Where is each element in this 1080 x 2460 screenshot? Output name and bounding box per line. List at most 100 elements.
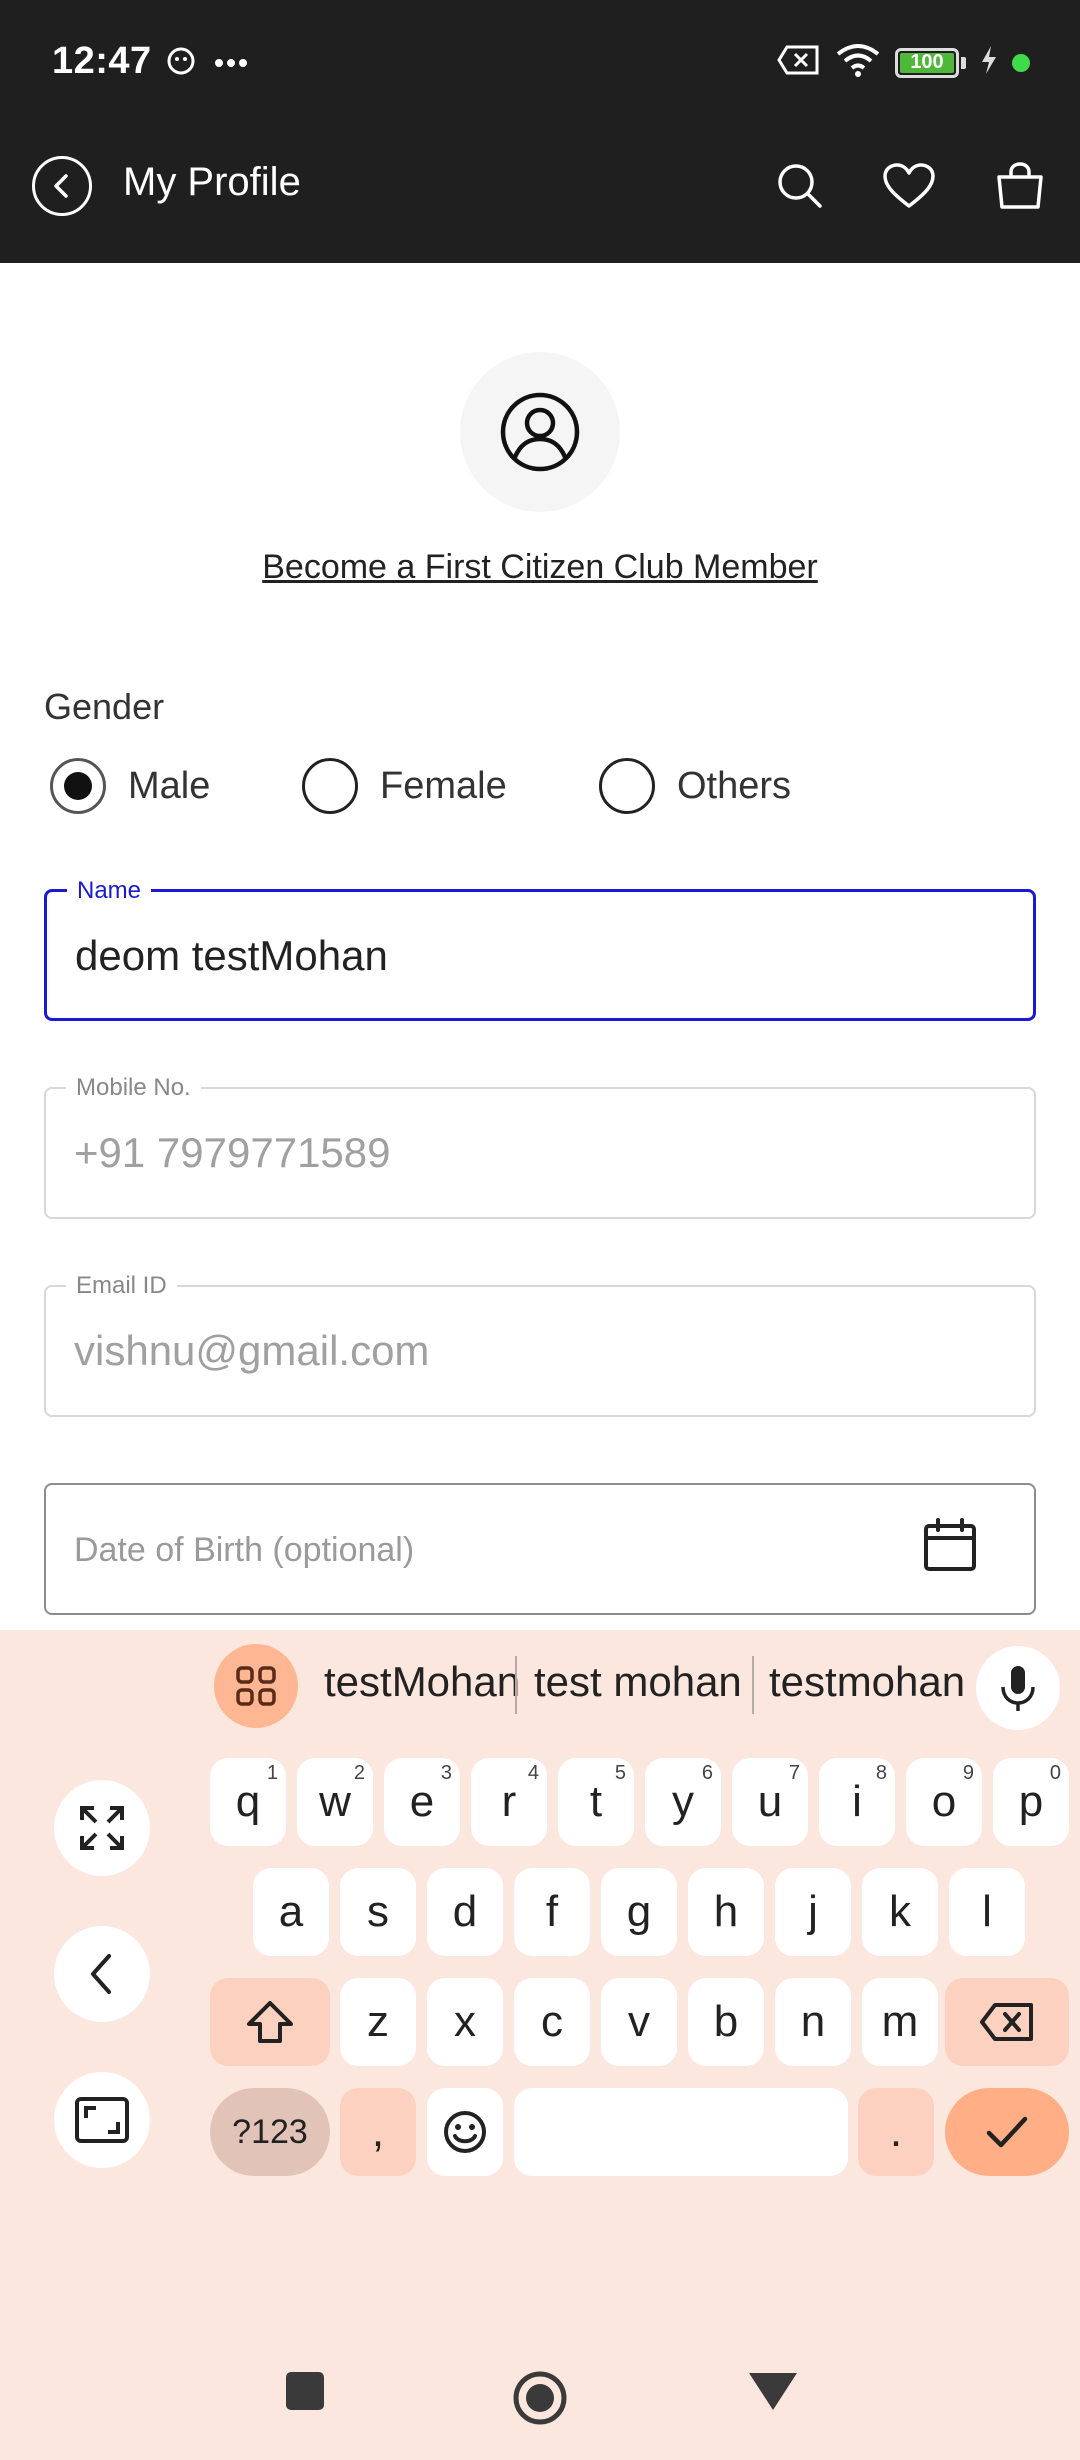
key-hint: 3: [440, 1762, 452, 1784]
key-a[interactable]: a: [253, 1868, 329, 1956]
gender-radio-group: Male Female Others: [46, 758, 1046, 822]
key-z[interactable]: z: [340, 1978, 416, 2066]
key-o[interactable]: o9: [906, 1758, 982, 1846]
name-field-label: Name: [67, 877, 152, 905]
key-g[interactable]: g: [601, 1868, 677, 1956]
key-r[interactable]: r4: [471, 1758, 547, 1846]
battery-icon: 100: [895, 47, 959, 78]
key-u[interactable]: u7: [732, 1758, 808, 1846]
status-right-icons: 100: [777, 42, 1030, 83]
key-hint: 6: [701, 1762, 713, 1784]
expand-keyboard-button[interactable]: [54, 1780, 150, 1876]
email-field[interactable]: Email ID vishnu@gmail.com: [44, 1272, 1036, 1417]
emoji-smile-icon: [444, 2111, 486, 2153]
gender-option-others[interactable]: Others: [599, 758, 791, 814]
key-label: p: [1018, 1777, 1044, 1826]
no-sim-icon: [777, 44, 821, 81]
radio-dot: [64, 772, 92, 800]
privacy-indicator-dot: [1012, 53, 1030, 72]
search-button[interactable]: [768, 154, 832, 218]
key-n[interactable]: n: [775, 1978, 851, 2066]
soft-keyboard: testMohan test mohan testmohan q1 w2 e3 …: [0, 1630, 1080, 2460]
key-x[interactable]: x: [427, 1978, 503, 2066]
floating-keyboard-button[interactable]: [54, 2072, 150, 2168]
key-label: o: [931, 1777, 957, 1826]
key-m[interactable]: m: [862, 1978, 938, 2066]
app-header: My Profile: [0, 130, 1080, 263]
done-key[interactable]: [945, 2088, 1069, 2176]
date-of-birth-field[interactable]: Date of Birth (optional): [44, 1483, 1036, 1615]
back-button[interactable]: [32, 156, 92, 216]
key-f[interactable]: f: [514, 1868, 590, 1956]
key-k[interactable]: k: [862, 1868, 938, 1956]
key-label: c: [541, 1997, 563, 2046]
key-p[interactable]: p0: [993, 1758, 1069, 1846]
key-label: .: [889, 2107, 903, 2156]
key-s[interactable]: s: [340, 1868, 416, 1956]
suggestion-3[interactable]: testmohan: [769, 1658, 965, 1706]
period-key[interactable]: .: [858, 2088, 934, 2176]
key-t[interactable]: t5: [558, 1758, 634, 1846]
suggestion-divider: [752, 1656, 754, 1714]
radio-unselected[interactable]: [599, 758, 655, 814]
backspace-key[interactable]: [945, 1978, 1069, 2066]
key-l[interactable]: l: [949, 1868, 1025, 1956]
suggestion-1[interactable]: testMohan: [324, 1658, 520, 1706]
keyboard-apps-button[interactable]: [214, 1644, 298, 1728]
key-hint: 7: [788, 1762, 800, 1784]
gender-option-female[interactable]: Female: [302, 758, 507, 814]
club-membership-link[interactable]: Become a First Citizen Club Member: [0, 548, 1080, 587]
chevron-left-icon: [54, 174, 68, 198]
key-label: h: [713, 1887, 739, 1936]
key-v[interactable]: v: [601, 1978, 677, 2066]
key-i[interactable]: i8: [819, 1758, 895, 1846]
comma-key[interactable]: ,: [340, 2088, 416, 2176]
key-d[interactable]: d: [427, 1868, 503, 1956]
status-time: 12:47: [52, 40, 152, 82]
heart-icon: [883, 163, 935, 208]
checkmark-icon: [986, 2116, 1028, 2148]
radio-selected[interactable]: [50, 758, 106, 814]
name-field[interactable]: Name deom testMohan: [44, 877, 1036, 1021]
back-nav-button[interactable]: [746, 2368, 800, 2414]
mobile-field[interactable]: Mobile No. +91 7979771589: [44, 1074, 1036, 1219]
keyboard-back-button[interactable]: [54, 1926, 150, 2022]
gender-option-label: Female: [380, 764, 507, 807]
home-button[interactable]: [510, 2368, 570, 2428]
key-q[interactable]: q1: [210, 1758, 286, 1846]
key-label: m: [881, 1997, 919, 2046]
emoji-key[interactable]: [427, 2088, 503, 2176]
key-y[interactable]: y6: [645, 1758, 721, 1846]
key-label: s: [367, 1887, 389, 1936]
calendar-icon[interactable]: [922, 1517, 978, 1578]
gender-option-label: Others: [677, 764, 792, 807]
key-h[interactable]: h: [688, 1868, 764, 1956]
wishlist-button[interactable]: [877, 154, 941, 218]
radio-unselected[interactable]: [302, 758, 358, 814]
key-w[interactable]: w2: [297, 1758, 373, 1846]
key-e[interactable]: e3: [384, 1758, 460, 1846]
key-label: i: [852, 1777, 862, 1826]
more-notifications-icon: [214, 55, 248, 73]
page-title: My Profile: [123, 160, 301, 204]
key-j[interactable]: j: [775, 1868, 851, 1956]
key-label: f: [545, 1887, 559, 1936]
gender-option-male[interactable]: Male: [50, 758, 210, 814]
symbols-key[interactable]: ?123: [210, 2088, 330, 2176]
voice-input-button[interactable]: [976, 1646, 1060, 1730]
key-label: q: [235, 1777, 261, 1826]
notification-app-icon: [166, 46, 196, 81]
resize-frame-icon: [75, 2097, 129, 2143]
recents-button[interactable]: [282, 2368, 328, 2414]
cart-button[interactable]: [988, 154, 1052, 218]
avatar[interactable]: [460, 352, 620, 512]
key-hint: 5: [614, 1762, 626, 1784]
expand-arrows-icon: [80, 1806, 124, 1850]
key-c[interactable]: c: [514, 1978, 590, 2066]
suggestion-2[interactable]: test mohan: [534, 1658, 742, 1706]
key-label: j: [808, 1887, 818, 1936]
suggestion-strip: testMohan test mohan testmohan: [0, 1630, 1080, 1740]
key-b[interactable]: b: [688, 1978, 764, 2066]
shift-key[interactable]: [210, 1978, 330, 2066]
space-key[interactable]: [514, 2088, 848, 2176]
